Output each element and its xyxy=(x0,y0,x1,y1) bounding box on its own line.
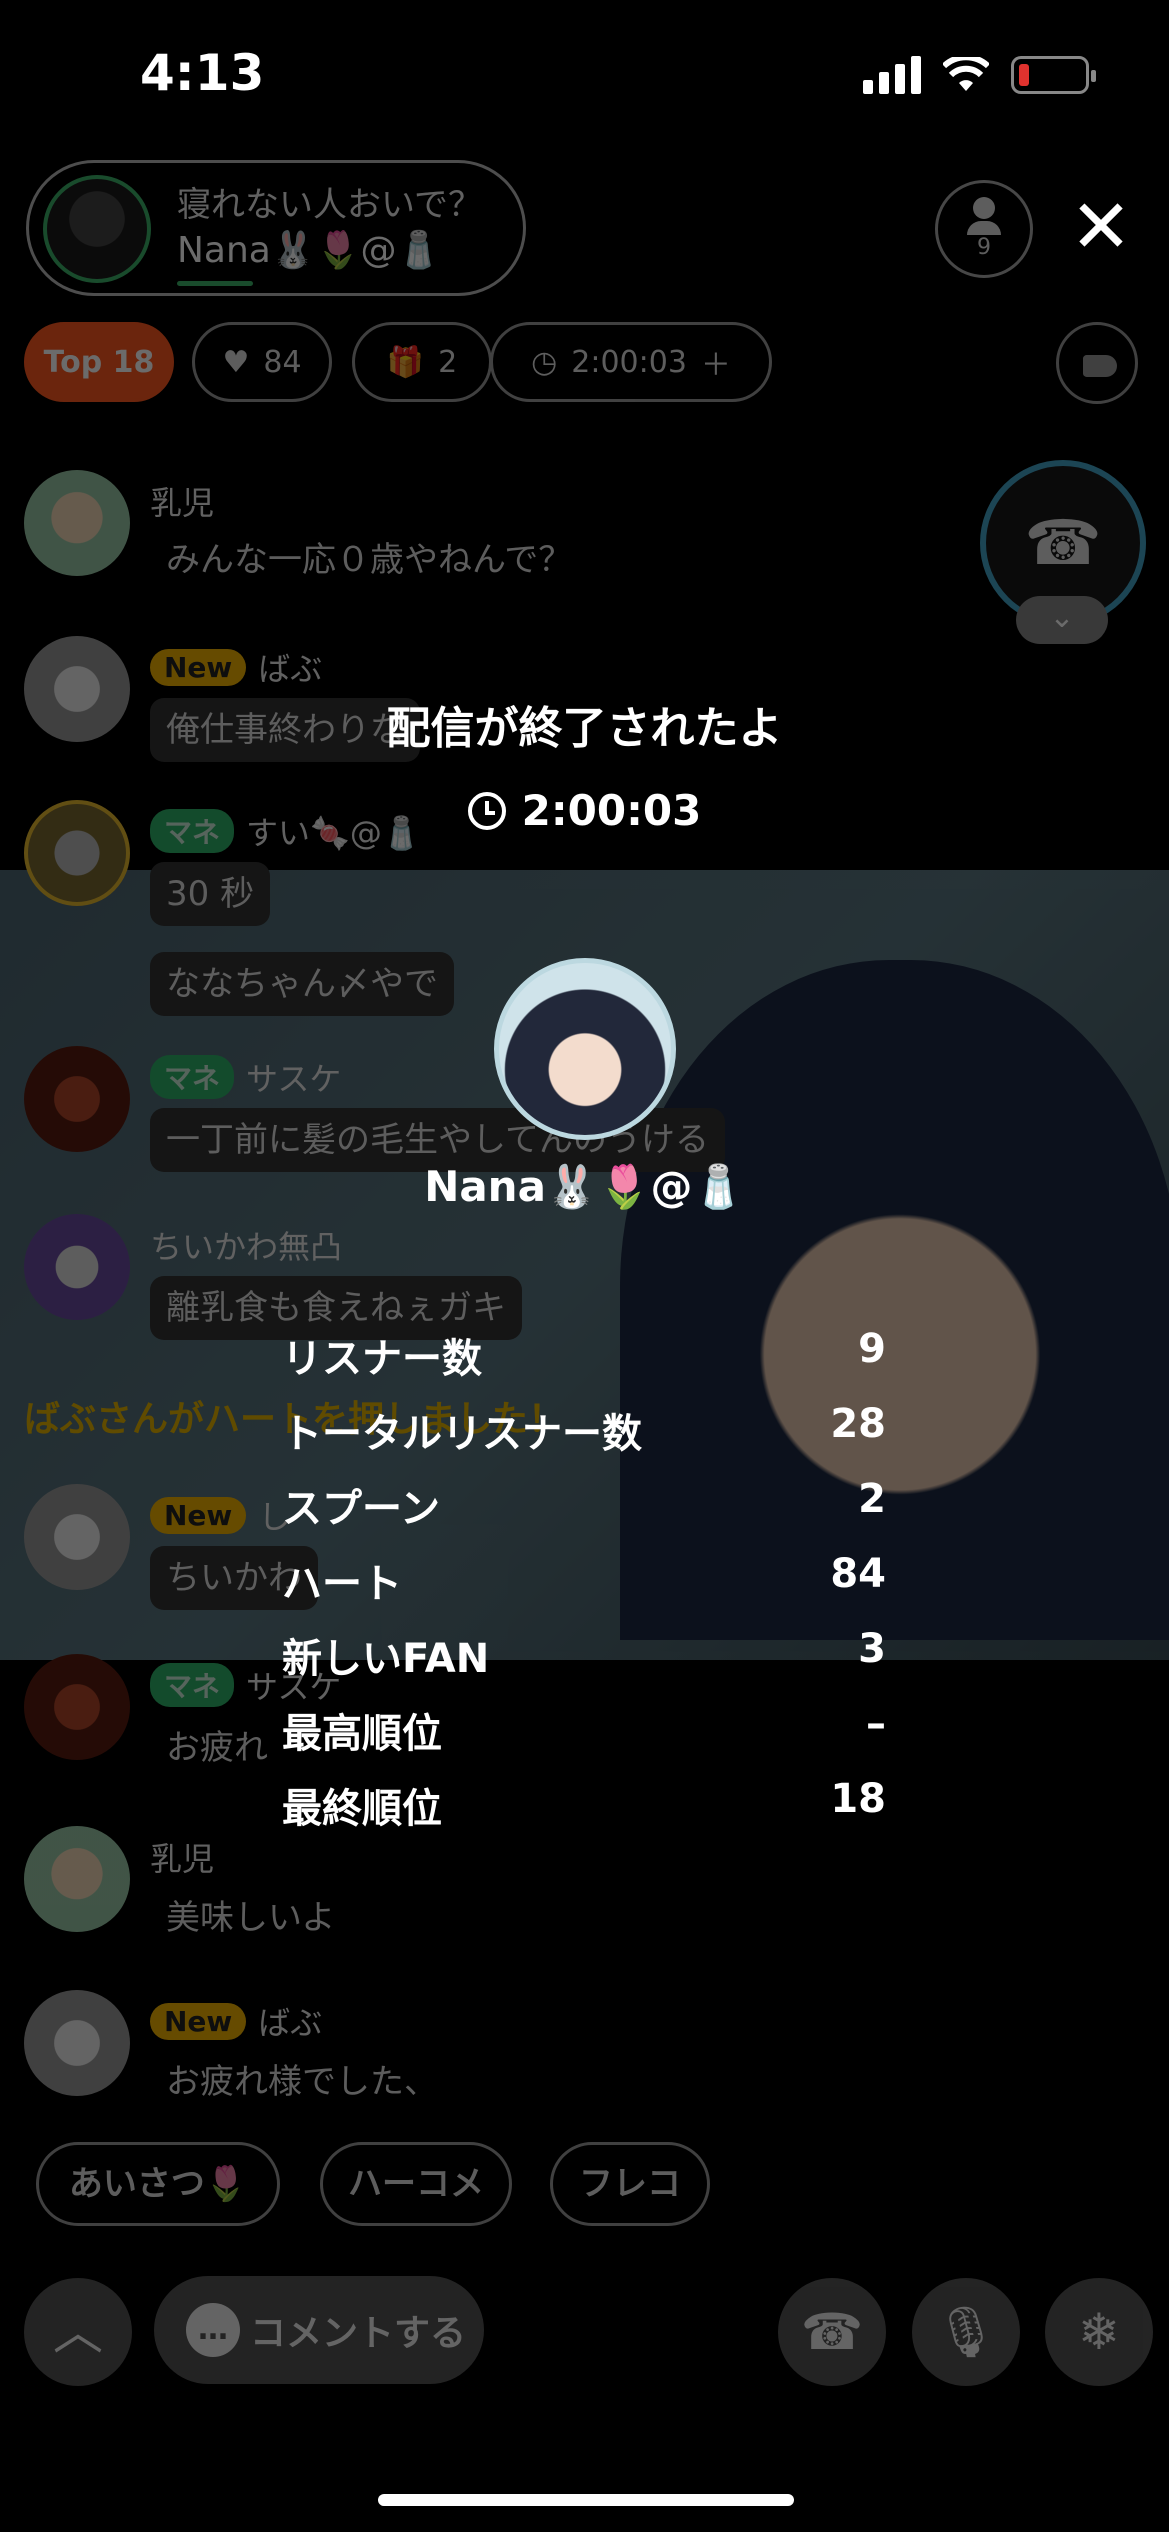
stat-row: 最終順位 18 xyxy=(282,1776,886,1851)
comment-button[interactable]: … コメントする xyxy=(154,2276,484,2384)
live-ended-title: 配信が終了されたよ xyxy=(386,703,783,754)
avatar xyxy=(24,470,130,576)
avatar xyxy=(24,1484,130,1590)
time-chip[interactable]: ◷ 2:00:03 ＋ xyxy=(490,322,772,402)
stat-value: 28 xyxy=(830,1401,886,1447)
avatar xyxy=(24,1826,130,1932)
chat-user-name: 乳児 xyxy=(150,1840,215,1878)
gift-chip[interactable]: 🎁 2 xyxy=(352,322,492,402)
heart-icon: ♥ xyxy=(222,344,250,380)
gift-count: 2 xyxy=(438,344,458,380)
stat-label: ハート xyxy=(282,1561,402,1607)
person-icon xyxy=(973,197,995,219)
quick-reply-follow-comment[interactable]: フレコ xyxy=(550,2142,710,2226)
stat-label: トータルリスナー数 xyxy=(282,1411,642,1457)
avatar xyxy=(24,1046,130,1152)
chevron-up-icon[interactable]: ︿ xyxy=(24,2278,132,2386)
chat-text: お疲れ様でした、 xyxy=(166,2062,438,2102)
stat-row: スプーン 2 xyxy=(282,1476,886,1551)
listener-button[interactable]: 9 xyxy=(935,180,1033,278)
clock-icon: ◷ xyxy=(531,344,558,380)
gift-icon: 🎁 xyxy=(386,344,425,380)
elapsed-time: 2:00:03 xyxy=(571,344,687,380)
stat-row: トータルリスナー数 28 xyxy=(282,1401,886,1476)
listener-count: 9 xyxy=(977,235,991,260)
mic-icon[interactable]: 🎙 xyxy=(912,2278,1020,2386)
chat-text: 30 秒 xyxy=(150,862,271,926)
home-indicator[interactable] xyxy=(378,2494,794,2506)
stat-value: 84 xyxy=(830,1551,886,1597)
stat-label: 最終順位 xyxy=(282,1786,442,1832)
stats-table: リスナー数 9 トータルリスナー数 28 スプーン 2 ハート 84 新しいFAN 3 最… xyxy=(282,1326,886,1851)
chat-text: ななちゃん〆やで xyxy=(150,952,454,1016)
quick-reply-heart-comment[interactable]: ハーコメ xyxy=(320,2142,512,2226)
chat-text: みんな一応０歳やねんで？ xyxy=(166,540,573,580)
stat-value: 3 xyxy=(858,1626,886,1672)
avatar xyxy=(24,1990,130,2096)
phone-icon[interactable]: ☎ xyxy=(778,2278,886,2386)
heart-count: 84 xyxy=(263,344,302,380)
stat-value: 2 xyxy=(858,1476,886,1522)
comment-button-label: コメントする xyxy=(250,2313,467,2354)
host-name: Nana🐰🌷@🧂 xyxy=(177,230,442,271)
host-avatar xyxy=(43,175,151,283)
chevron-down-icon[interactable]: ⌄ xyxy=(1016,596,1108,644)
snowflake-icon[interactable]: ❄ xyxy=(1045,2278,1153,2386)
manager-badge: マネ xyxy=(150,1055,235,1099)
host-info[interactable]: 寝れない人おいで？ Nana🐰🌷@🧂 xyxy=(26,160,526,296)
live-title: 寝れない人おいで？ xyxy=(177,185,482,225)
stat-row: リスナー数 9 xyxy=(282,1326,886,1401)
live-duration-value: 2:00:03 xyxy=(521,786,702,835)
chat-user-name: ちいかわ無凸 xyxy=(150,1228,343,1266)
manager-badge: マネ xyxy=(150,1663,235,1707)
megaphone-icon[interactable] xyxy=(1056,322,1138,404)
heart-chip[interactable]: ♥ 84 xyxy=(192,322,332,402)
quick-reply-greeting[interactable]: あいさつ🌷 xyxy=(36,2142,280,2226)
new-badge: New xyxy=(150,1496,247,1534)
live-duration: 2:00:03 xyxy=(0,786,1169,835)
stat-value: 18 xyxy=(830,1776,886,1822)
stat-row: 新しいFAN 3 xyxy=(282,1626,886,1701)
avatar xyxy=(24,1654,130,1760)
new-badge: New xyxy=(150,2002,247,2040)
chat-user-name: ばぶ xyxy=(258,2004,323,2042)
live-room-background: 寝れない人おいで？ Nana🐰🌷@🧂 9 Top 18 ♥ 84 🎁 2 ◷ 2:00… xyxy=(0,0,1169,2532)
stat-row: ハート 84 xyxy=(282,1551,886,1626)
new-badge: New xyxy=(150,648,247,686)
stat-label: 新しいFAN xyxy=(282,1636,490,1682)
avatar xyxy=(24,1214,130,1320)
chat-text: お疲れ xyxy=(166,1728,268,1768)
stat-value: – xyxy=(866,1701,886,1747)
comment-icon: … xyxy=(186,2303,240,2357)
stat-label: スプーン xyxy=(282,1486,440,1532)
stat-row: 最高順位 – xyxy=(282,1701,886,1776)
chat-user-name: ばぶ xyxy=(258,650,323,688)
host-avatar-large xyxy=(494,958,676,1140)
host-name-large: Nana🐰🌷@🧂 xyxy=(424,1162,745,1211)
close-icon[interactable]: ✕ xyxy=(1070,190,1132,264)
chat-text: 美味しいよ xyxy=(166,1898,336,1938)
stat-label: リスナー数 xyxy=(282,1336,482,1382)
stat-value: 9 xyxy=(858,1326,886,1372)
chat-user-name: 乳児 xyxy=(150,484,215,522)
chat-user-name: サスケ xyxy=(246,1060,342,1098)
clock-icon xyxy=(467,791,506,830)
host-progress xyxy=(177,281,253,286)
rank-chip[interactable]: Top 18 xyxy=(24,322,174,402)
plus-icon: ＋ xyxy=(700,348,731,383)
stat-label: 最高順位 xyxy=(282,1711,442,1757)
